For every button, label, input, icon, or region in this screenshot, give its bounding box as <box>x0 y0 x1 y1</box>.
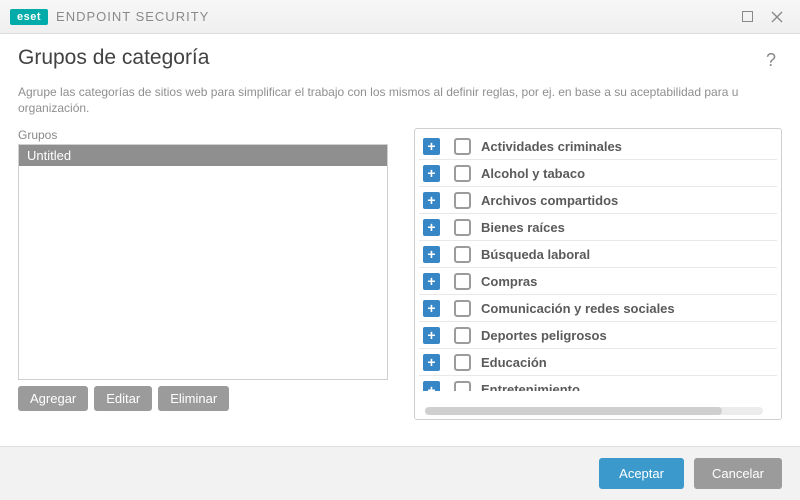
category-checkbox[interactable] <box>454 300 471 317</box>
horizontal-scrollbar-thumb[interactable] <box>425 407 722 415</box>
add-group-button[interactable]: Agregar <box>18 386 88 411</box>
category-checkbox[interactable] <box>454 381 471 391</box>
dialog-footer: Aceptar Cancelar <box>0 446 800 500</box>
category-label: Comunicación y redes sociales <box>481 301 675 316</box>
category-label: Archivos compartidos <box>481 193 618 208</box>
category-row: + Compras <box>419 268 777 295</box>
categories-panel: + Actividades criminales + Alcohol y tabaco… <box>414 128 782 420</box>
category-row: + Archivos compartidos <box>419 187 777 214</box>
category-label: Actividades criminales <box>481 139 622 154</box>
brand-name: ENDPOINT SECURITY <box>56 9 209 24</box>
category-label: Compras <box>481 274 537 289</box>
category-checkbox[interactable] <box>454 138 471 155</box>
category-checkbox[interactable] <box>454 219 471 236</box>
category-label: Búsqueda laboral <box>481 247 590 262</box>
cancel-button[interactable]: Cancelar <box>694 458 782 489</box>
category-row: + Bienes raíces <box>419 214 777 241</box>
category-row: + Entretenimiento <box>419 376 777 391</box>
category-row: + Actividades criminales <box>419 133 777 160</box>
help-button[interactable]: ? <box>760 46 782 75</box>
category-row: + Alcohol y tabaco <box>419 160 777 187</box>
expand-icon[interactable]: + <box>423 246 440 263</box>
delete-group-button[interactable]: Eliminar <box>158 386 229 411</box>
category-label: Entretenimiento <box>481 382 580 391</box>
groups-label: Grupos <box>18 128 388 142</box>
expand-icon[interactable]: + <box>423 192 440 209</box>
horizontal-scrollbar[interactable] <box>425 407 763 415</box>
close-button[interactable] <box>762 5 792 29</box>
groups-listbox[interactable]: Untitled <box>18 144 388 380</box>
category-checkbox[interactable] <box>454 192 471 209</box>
close-icon <box>771 11 783 23</box>
category-checkbox[interactable] <box>454 246 471 263</box>
category-checkbox[interactable] <box>454 354 471 371</box>
ok-button[interactable]: Aceptar <box>599 458 684 489</box>
category-checkbox[interactable] <box>454 327 471 344</box>
expand-icon[interactable]: + <box>423 327 440 344</box>
maximize-icon <box>742 11 753 22</box>
group-item[interactable]: Untitled <box>19 145 387 166</box>
expand-icon[interactable]: + <box>423 354 440 371</box>
titlebar: eset ENDPOINT SECURITY <box>0 0 800 34</box>
category-row: + Educación <box>419 349 777 376</box>
category-checkbox[interactable] <box>454 273 471 290</box>
page-title: Grupos de categoría <box>18 46 209 70</box>
category-label: Bienes raíces <box>481 220 565 235</box>
maximize-button[interactable] <box>732 5 762 29</box>
expand-icon[interactable]: + <box>423 273 440 290</box>
edit-group-button[interactable]: Editar <box>94 386 152 411</box>
brand-badge: eset <box>10 9 48 25</box>
category-label: Deportes peligrosos <box>481 328 607 343</box>
expand-icon[interactable]: + <box>423 381 440 391</box>
page-description: Agrupe las categorías de sitios web para… <box>18 85 782 116</box>
question-icon: ? <box>766 50 776 70</box>
expand-icon[interactable]: + <box>423 300 440 317</box>
expand-icon[interactable]: + <box>423 219 440 236</box>
category-label: Educación <box>481 355 547 370</box>
category-row: + Deportes peligrosos <box>419 322 777 349</box>
expand-icon[interactable]: + <box>423 138 440 155</box>
category-checkbox[interactable] <box>454 165 471 182</box>
category-label: Alcohol y tabaco <box>481 166 585 181</box>
category-row: + Búsqueda laboral <box>419 241 777 268</box>
categories-scroll[interactable]: + Actividades criminales + Alcohol y tabaco… <box>419 133 779 391</box>
category-row: + Comunicación y redes sociales <box>419 295 777 322</box>
expand-icon[interactable]: + <box>423 165 440 182</box>
